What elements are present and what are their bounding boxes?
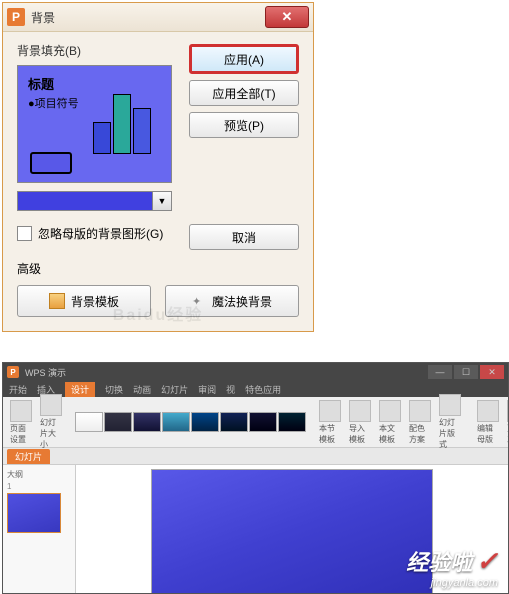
current-slide[interactable] (151, 469, 433, 594)
ribbon-icon (439, 394, 461, 416)
color-swatch (17, 191, 153, 211)
chevron-down-icon[interactable]: ▼ (153, 191, 172, 211)
menu-item[interactable]: 切换 (105, 383, 123, 396)
preview-shape (30, 152, 72, 174)
menu-item-design[interactable]: 设计 (65, 382, 95, 397)
preview-button[interactable]: 预览(P) (189, 112, 299, 138)
bar-1 (93, 122, 111, 154)
slide-panel: 大纲 1 (3, 465, 76, 594)
slide-size-button[interactable]: 幻灯片大小 (37, 394, 65, 450)
document-tab[interactable]: 幻灯片 (7, 449, 50, 464)
fill-label: 背景填充(B) (17, 42, 179, 59)
preview-chart (93, 94, 151, 154)
ribbon-label: 本节模板 (319, 423, 341, 445)
outline-label[interactable]: 大纲 (7, 469, 71, 480)
ignore-master-checkbox[interactable] (17, 226, 32, 241)
template-icon (49, 293, 65, 309)
ribbon-button[interactable]: 编辑母版 (474, 400, 502, 445)
page-setup-button[interactable]: 页面设置 (7, 400, 35, 445)
bar-2 (113, 94, 131, 154)
ribbon-icon (409, 400, 431, 422)
menu-item[interactable]: 视 (226, 383, 235, 396)
theme-thumb[interactable] (104, 412, 132, 432)
menu-bar: 开始 插入 设计 切换 动画 幻灯片 审阅 视 特色应用 (3, 381, 508, 397)
check-icon: ✓ (476, 546, 498, 576)
watermark-logo: 经验啦✓ jingyanla.com (406, 545, 498, 589)
ribbon-icon (477, 400, 499, 422)
maximize-button[interactable]: ☐ (454, 365, 478, 379)
app-icon: P (7, 8, 25, 26)
dialog-body: 背景填充(B) 标题 ●项目符号 ▼ 应用(A) (3, 32, 313, 331)
ribbon-label: 幻灯片版式 (439, 417, 461, 450)
preview-title: 标题 (28, 74, 161, 93)
ribbon-icon (379, 400, 401, 422)
slide-preview: 标题 ●项目符号 (17, 65, 172, 183)
ribbon-label: 配色方案 (409, 423, 431, 445)
apply-all-button[interactable]: 应用全部(T) (189, 80, 299, 106)
menu-item[interactable]: 动画 (133, 383, 151, 396)
cancel-button[interactable]: 取消 (189, 224, 299, 250)
ribbon-button[interactable]: 配色方案 (406, 400, 434, 445)
ribbon: 页面设置 幻灯片大小 本节模板 导入模板 本文模板 配色方案 幻灯片版式 编辑母… (3, 397, 508, 448)
menu-item[interactable]: 审阅 (198, 383, 216, 396)
theme-thumb[interactable] (220, 412, 248, 432)
theme-thumb[interactable] (133, 412, 161, 432)
minimize-button[interactable]: — (428, 365, 452, 379)
ribbon-label: 幻灯片大小 (40, 417, 62, 450)
ribbon-button[interactable]: 本文模板 (376, 400, 404, 445)
menu-item[interactable]: 幻灯片 (161, 383, 188, 396)
theme-gallery[interactable] (75, 412, 306, 432)
window-close-button[interactable]: ✕ (480, 365, 504, 379)
ribbon-label: 页面设置 (10, 423, 32, 445)
wps-app-icon: P (7, 366, 19, 378)
theme-thumb[interactable] (75, 412, 103, 432)
background-dialog: P 背景 ✕ 背景填充(B) 标题 ●项目符号 ▼ (2, 2, 314, 332)
ribbon-label: 编辑母版 (477, 423, 499, 445)
slide-thumbnail[interactable] (7, 493, 61, 533)
ribbon-label: 本文模板 (379, 423, 401, 445)
brand-text: 经验啦 (406, 550, 472, 575)
fill-color-combo[interactable]: ▼ (17, 191, 172, 211)
bar-3 (133, 108, 151, 154)
ribbon-icon (319, 400, 341, 422)
dialog-title: 背景 (31, 9, 265, 26)
theme-thumb[interactable] (162, 412, 190, 432)
ignore-master-label: 忽略母版的背景图形(G) (38, 225, 163, 242)
ribbon-button[interactable]: 导入模板 (346, 400, 374, 445)
app-title: WPS 演示 (25, 366, 66, 379)
dialog-titlebar: P 背景 ✕ (3, 3, 313, 32)
close-button[interactable]: ✕ (265, 6, 309, 28)
app-titlebar: P WPS 演示 — ☐ ✕ (3, 363, 508, 381)
advanced-label: 高级 (17, 260, 299, 277)
ribbon-button[interactable]: 本节模板 (316, 400, 344, 445)
watermark-text: Baidu经验 (113, 301, 203, 325)
document-tab-strip: 幻灯片 (3, 448, 508, 465)
theme-thumb[interactable] (278, 412, 306, 432)
menu-item[interactable]: 开始 (9, 383, 27, 396)
magic-button-label: 魔法换背景 (212, 293, 272, 310)
theme-thumb[interactable] (191, 412, 219, 432)
slide-size-icon (40, 394, 62, 416)
ribbon-label: 导入模板 (349, 423, 371, 445)
theme-thumb[interactable] (249, 412, 277, 432)
wps-window: P WPS 演示 — ☐ ✕ 开始 插入 设计 切换 动画 幻灯片 审阅 视 特… (2, 362, 509, 594)
page-setup-icon (10, 400, 32, 422)
ribbon-button[interactable]: 幻灯片版式 (436, 394, 464, 450)
brand-url: jingyanla.com (406, 577, 498, 589)
ribbon-button[interactable]: 页回工具 (504, 400, 509, 445)
slide-number: 1 (7, 482, 71, 491)
menu-item[interactable]: 特色应用 (245, 383, 281, 396)
ribbon-icon (349, 400, 371, 422)
apply-button[interactable]: 应用(A) (189, 44, 299, 74)
